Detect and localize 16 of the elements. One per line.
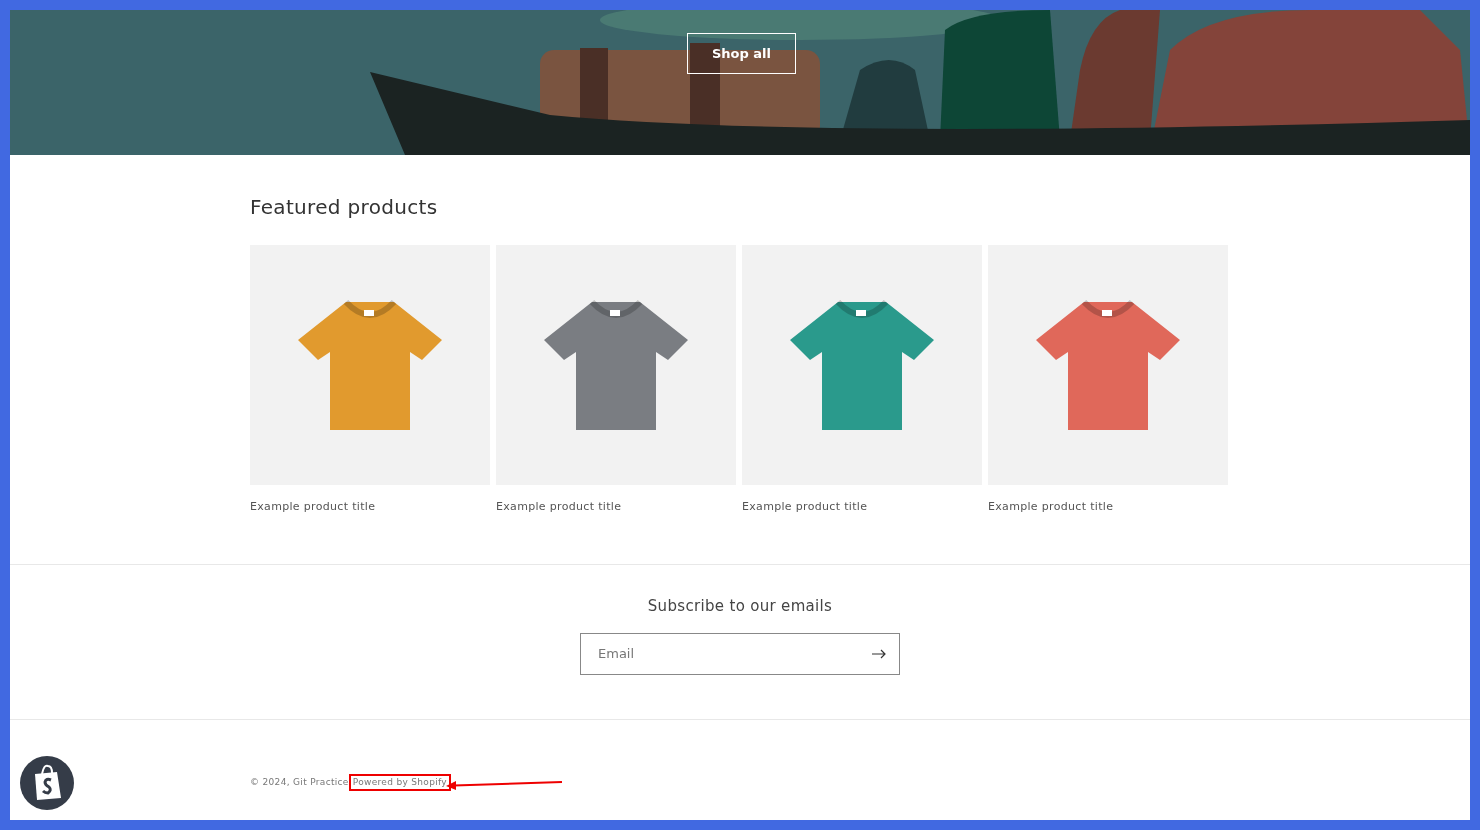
product-title[interactable]: Example product title	[250, 499, 490, 516]
product-title[interactable]: Example product title	[496, 499, 736, 516]
product-image[interactable]	[496, 245, 736, 485]
shop-all-button[interactable]: Shop all	[687, 33, 796, 74]
product-title[interactable]: Example product title	[988, 499, 1228, 516]
copyright-text: © 2024, Git Practice	[250, 775, 349, 789]
powered-by-link[interactable]: Powered by Shopify	[348, 773, 451, 791]
shopping-bag-icon[interactable]	[20, 756, 74, 810]
product-title[interactable]: Example product title	[742, 499, 982, 516]
product-image[interactable]	[988, 245, 1228, 485]
arrow-right-icon[interactable]	[872, 648, 886, 659]
email-field[interactable]: Email	[580, 632, 900, 675]
newsletter-heading: Subscribe to our emails	[646, 596, 834, 615]
product-image[interactable]	[742, 245, 982, 485]
product-image[interactable]	[250, 245, 490, 485]
section-heading: Featured products	[250, 195, 439, 219]
